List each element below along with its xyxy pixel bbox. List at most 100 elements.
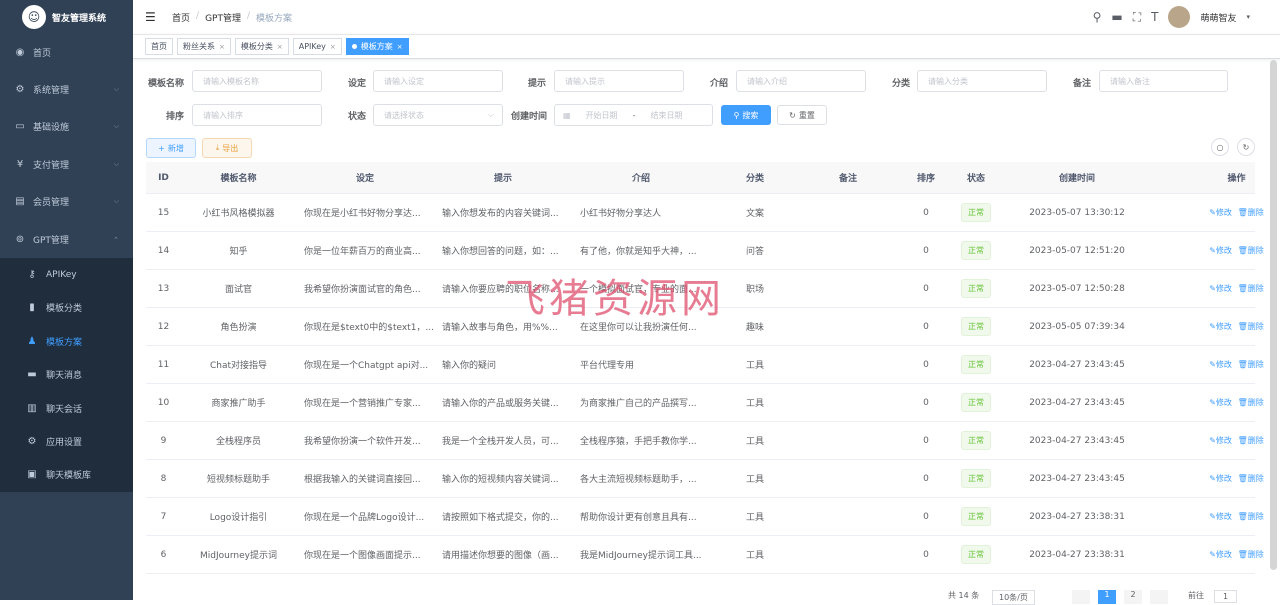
column-header: 模板名称: [220, 174, 257, 184]
goto-input[interactable]: 1: [1214, 590, 1238, 603]
remark-input[interactable]: 请输入备注: [1099, 70, 1228, 92]
column-header: 排序: [916, 174, 935, 184]
sidebar-item-member[interactable]: ▤ 会员管理 ⌵: [0, 183, 133, 220]
font-size-icon[interactable]: T: [1151, 10, 1158, 24]
tab-apikey[interactable]: APIKey ×: [292, 38, 342, 55]
cell-category: 工具: [745, 513, 764, 523]
sidebar-item-payment[interactable]: ¥ 支付管理 ⌵: [0, 146, 133, 183]
edit-button[interactable]: ✎修改: [1209, 398, 1232, 407]
delete-button[interactable]: 🗑删除: [1238, 322, 1264, 331]
delete-label: 删除: [1247, 550, 1264, 559]
breadcrumb-home[interactable]: 首页: [172, 11, 190, 24]
page-size-select[interactable]: 10条/页: [992, 590, 1035, 605]
edit-button[interactable]: ✎修改: [1209, 474, 1232, 483]
delete-button[interactable]: 🗑删除: [1238, 208, 1264, 217]
table-row[interactable]: 11 Chat对接指导 你现在是一个Chatgpt api对... 输入你的疑问 平台代…: [146, 346, 1264, 384]
chevron-up-icon: ⌃: [113, 235, 119, 244]
cell-name: 商家推广助手: [211, 399, 266, 409]
sidebar-item-chat-template-lib[interactable]: ▣ 聊天模板库: [0, 458, 133, 491]
tab-template-plan[interactable]: 模板方案 ×: [345, 38, 409, 55]
cell-prompt: 请输入故事与角色，用%%...: [442, 323, 558, 333]
edit-button[interactable]: ✎修改: [1209, 208, 1232, 217]
cell-name: 全栈程序员: [215, 437, 261, 447]
delete-button[interactable]: 🗑删除: [1238, 398, 1264, 407]
sort-input[interactable]: 请输入排序: [192, 104, 322, 126]
name-input[interactable]: 请输入模板名称: [192, 70, 322, 92]
delete-button[interactable]: 🗑删除: [1238, 550, 1264, 559]
table-row[interactable]: 7 Logo设计指引 你现在是一个品牌Logo设计... 请按照如下格式提交，你的..…: [146, 498, 1264, 536]
cell-status: 正常: [956, 355, 996, 374]
sidebar-item-template-plan[interactable]: ♟ 模板方案: [0, 325, 133, 358]
sidebar-item-app-settings[interactable]: ⚙ 应用设置: [0, 425, 133, 458]
prev-page-button[interactable]: [1072, 590, 1090, 604]
prompt-input[interactable]: 请输入提示: [554, 70, 684, 92]
export-button[interactable]: ⤓ 导出: [202, 138, 252, 158]
add-button[interactable]: + 新增: [146, 138, 196, 158]
close-icon[interactable]: ×: [277, 43, 283, 51]
date-range-picker[interactable]: ▦ 开始日期 - 结束日期: [554, 104, 713, 126]
message-icon[interactable]: ▬: [1111, 10, 1122, 24]
delete-button[interactable]: 🗑删除: [1238, 474, 1264, 483]
fullscreen-icon[interactable]: ⛶: [1133, 10, 1141, 25]
delete-button[interactable]: 🗑删除: [1238, 512, 1264, 521]
sidebar-item-apikey[interactable]: ⚷ APIKey: [0, 258, 133, 291]
next-page-button[interactable]: [1150, 590, 1168, 604]
edit-button[interactable]: ✎修改: [1209, 512, 1232, 521]
setting-input[interactable]: 请输入设定: [373, 70, 503, 92]
edit-button[interactable]: ✎修改: [1209, 436, 1232, 445]
caret-down-icon[interactable]: ▾: [1246, 13, 1250, 21]
table-row[interactable]: 12 角色扮演 你现在是$text0中的$text1，... 请输入故事与角色，用%%…: [146, 308, 1264, 346]
sidebar-item-system[interactable]: ⚙ 系统管理 ⌵: [0, 71, 133, 108]
edit-button[interactable]: ✎修改: [1209, 246, 1232, 255]
tab-fans[interactable]: 粉丝关系 ×: [177, 38, 231, 55]
edit-button[interactable]: ✎修改: [1209, 322, 1232, 331]
page-2-button[interactable]: 2: [1124, 590, 1142, 604]
toggle-search-button[interactable]: ○: [1211, 138, 1229, 156]
table-row[interactable]: 9 全栈程序员 我希望你扮演一个软件开发... 我是一个全栈开发人员，可... 全栈程序…: [146, 422, 1264, 460]
edit-button[interactable]: ✎修改: [1209, 284, 1232, 293]
column-header: 分类: [745, 174, 764, 184]
reset-button[interactable]: ↻ 重置: [777, 105, 827, 125]
sidebar-logo[interactable]: ☺ 智友管理系统: [0, 0, 133, 34]
cell-actions: ✎修改 🗑删除: [1158, 359, 1280, 370]
sidebar-item-chat-message[interactable]: ▬ 聊天消息: [0, 358, 133, 391]
sidebar-item-template-category[interactable]: ▮ 模板分类: [0, 291, 133, 324]
intro-input[interactable]: 请输入介绍: [736, 70, 866, 92]
delete-button[interactable]: 🗑删除: [1238, 436, 1264, 445]
table-row[interactable]: 10 商家推广助手 你现在是一个营销推广专家... 请输入你的产品或服务关键... 为商…: [146, 384, 1264, 422]
edit-button[interactable]: ✎修改: [1209, 360, 1232, 369]
scrollbar[interactable]: [1270, 60, 1277, 570]
table-row[interactable]: 8 短视频标题助手 根据我输入的关键词直接回... 输入你的短视频内容关键词... 各大…: [146, 460, 1264, 498]
cell-actions: ✎修改 🗑删除: [1158, 435, 1280, 446]
close-icon[interactable]: ×: [397, 43, 403, 51]
category-input[interactable]: 请输入分类: [917, 70, 1047, 92]
hamburger-icon[interactable]: ☰: [145, 10, 159, 24]
sidebar-item-gpt[interactable]: ⊚ GPT管理 ⌃: [0, 221, 133, 258]
table-row[interactable]: 13 面试官 我希望你扮演面试官的角色... 请输入你要应聘的职位名称... 一个模拟面…: [146, 270, 1264, 308]
table-body: 15 小红书风格模拟器 你现在是小红书好物分享达... 输入你想发布的内容关键词...…: [146, 194, 1264, 574]
card-icon: ▤: [15, 196, 25, 207]
sidebar-item-chat-session[interactable]: ▥ 聊天会话: [0, 392, 133, 425]
cell-status: 正常: [956, 279, 996, 298]
page-1-button[interactable]: 1: [1098, 590, 1116, 604]
close-icon[interactable]: ×: [219, 43, 225, 51]
status-select[interactable]: 请选择状态 ⌵: [373, 104, 503, 126]
tab-home[interactable]: 首页: [145, 38, 173, 55]
avatar[interactable]: [1168, 6, 1191, 28]
delete-button[interactable]: 🗑删除: [1238, 246, 1264, 255]
close-icon[interactable]: ×: [330, 43, 336, 51]
delete-button[interactable]: 🗑删除: [1238, 360, 1264, 369]
search-button[interactable]: ⚲ 搜索: [721, 105, 771, 125]
edit-button[interactable]: ✎修改: [1209, 550, 1232, 559]
table-row[interactable]: 15 小红书风格模拟器 你现在是小红书好物分享达... 输入你想发布的内容关键词...…: [146, 194, 1264, 232]
dashboard-icon: ◉: [15, 47, 25, 58]
delete-button[interactable]: 🗑删除: [1238, 284, 1264, 293]
table-row[interactable]: 14 知乎 你是一位年薪百万的商业高... 输入你想回答的问题，如：... 有了他，你就…: [146, 232, 1264, 270]
sidebar-item-infra[interactable]: ▭ 基础设施 ⌵: [0, 108, 133, 145]
table-row[interactable]: 6 MidJourney提示词 你现在是一个图像画面提示... 请用描述你想要的图像（…: [146, 536, 1264, 574]
tab-template-category[interactable]: 模板分类 ×: [234, 38, 289, 55]
refresh-button[interactable]: ↻: [1237, 138, 1255, 156]
sidebar-item-home[interactable]: ◉ 首页: [0, 34, 133, 71]
search-icon[interactable]: ⚲: [1093, 10, 1102, 24]
username[interactable]: 萌萌智友: [1200, 11, 1236, 24]
